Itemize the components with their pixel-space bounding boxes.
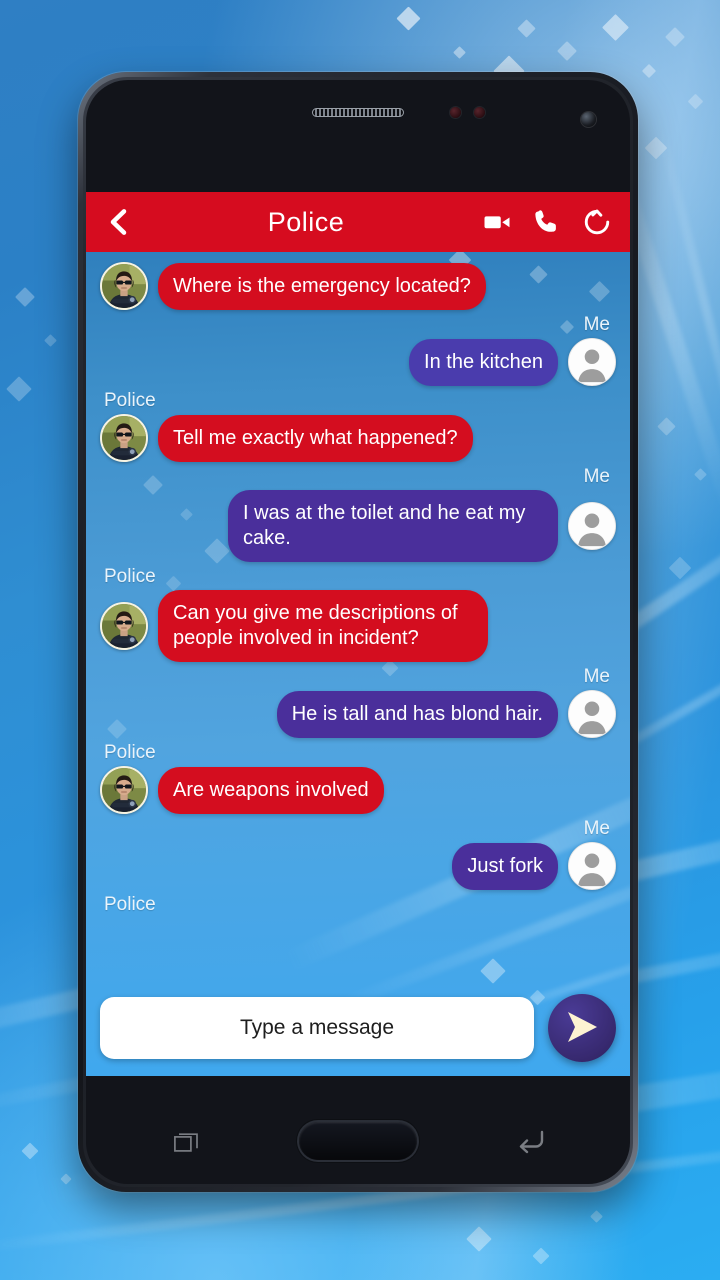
phone-icon[interactable] <box>532 207 562 237</box>
message-line: I was at the toilet and he eat my cake. <box>100 490 616 562</box>
message-sender-label: Me <box>583 314 610 335</box>
message-row: Police <box>100 390 616 462</box>
phone-inner-frame: Police Where is the emergency located? M… <box>83 77 633 1187</box>
message-bubble[interactable]: In the kitchen <box>409 338 558 386</box>
message-row: Police <box>100 566 616 662</box>
phone-bezel: Police Where is the emergency located? M… <box>86 80 630 1184</box>
message-row: Me I was at the toilet and he eat my cak… <box>100 466 616 562</box>
message-input[interactable] <box>100 997 534 1059</box>
message-row: Police <box>100 742 616 814</box>
front-camera-icon <box>581 112 596 127</box>
send-arrow-icon <box>562 1007 602 1050</box>
avatar-police[interactable] <box>100 766 148 814</box>
recents-icon[interactable] <box>174 1130 202 1154</box>
avatar-me[interactable] <box>568 502 616 550</box>
message-sender-label: Police <box>104 742 156 763</box>
message-list[interactable]: Where is the emergency located? Me In th… <box>86 252 630 1076</box>
send-button[interactable] <box>548 994 616 1062</box>
message-bubble[interactable]: Where is the emergency located? <box>158 262 486 310</box>
message-sender-label: Me <box>583 818 610 839</box>
message-line: Just fork <box>100 842 616 890</box>
phone-screen: Police Where is the emergency located? M… <box>86 192 630 1076</box>
message-sender-label: Police <box>104 566 156 587</box>
light-sensor-icon <box>474 107 485 118</box>
message-row: Me Just fork <box>100 818 616 890</box>
message-bubble[interactable]: He is tall and has blond hair. <box>276 690 558 738</box>
message-sender-label: Me <box>583 466 610 487</box>
message-composer <box>86 980 630 1076</box>
avatar-police[interactable] <box>100 262 148 310</box>
home-button[interactable] <box>299 1122 417 1160</box>
page-title: Police <box>267 206 345 237</box>
message-bubble[interactable]: Can you give me descriptions of people i… <box>158 590 488 662</box>
proximity-sensor-icon <box>450 107 461 118</box>
message-bubble[interactable]: Just fork <box>452 842 558 890</box>
message-line: Tell me exactly what happened? <box>100 414 616 462</box>
message-row: Where is the emergency located? <box>100 262 616 310</box>
chevron-left-icon[interactable] <box>104 207 134 237</box>
avatar-me[interactable] <box>568 842 616 890</box>
message-line: Can you give me descriptions of people i… <box>100 590 616 662</box>
avatar-police[interactable] <box>100 602 148 650</box>
message-sender-label: Me <box>583 666 610 687</box>
message-sender-label: Police <box>104 894 156 915</box>
message-sender-label: Police <box>104 390 156 411</box>
message-row: Me He is tall and has blond hair. <box>100 666 616 738</box>
avatar-me[interactable] <box>568 690 616 738</box>
phone-device: Police Where is the emergency located? M… <box>78 72 638 1192</box>
message-bubble[interactable]: Tell me exactly what happened? <box>158 414 473 462</box>
message-line: Where is the emergency located? <box>100 262 616 310</box>
speaker-grille <box>312 108 404 117</box>
message-row-partial: Police <box>100 894 616 916</box>
message-bubble[interactable]: I was at the toilet and he eat my cake. <box>228 490 558 562</box>
refresh-icon[interactable] <box>582 207 612 237</box>
avatar-police[interactable] <box>100 414 148 462</box>
app-bar: Police <box>86 192 630 252</box>
message-line: Are weapons involved <box>100 766 616 814</box>
message-line: In the kitchen <box>100 338 616 386</box>
message-bubble[interactable]: Are weapons involved <box>158 766 384 814</box>
back-icon[interactable] <box>516 1128 546 1154</box>
video-camera-icon[interactable] <box>482 207 512 237</box>
message-row: Me In the kitchen <box>100 314 616 386</box>
avatar-me[interactable] <box>568 338 616 386</box>
message-line: He is tall and has blond hair. <box>100 690 616 738</box>
